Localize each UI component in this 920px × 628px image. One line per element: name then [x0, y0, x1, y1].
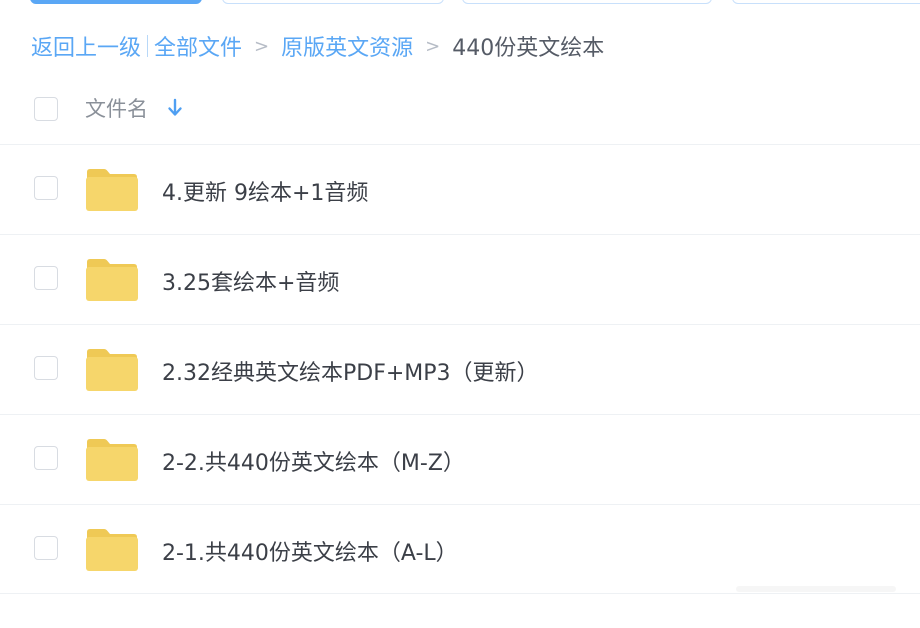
file-row[interactable]: 2.32经典英文绘本PDF+MP3（更新）	[0, 324, 920, 414]
folder-icon	[86, 439, 138, 481]
file-browser: 返回上一级 全部文件 > 原版英文资源 > 440份英文绘本 文件名 4.更新 …	[0, 0, 920, 628]
breadcrumb-level1-link[interactable]: 原版英文资源	[281, 30, 413, 62]
select-all-checkbox[interactable]	[34, 97, 58, 121]
breadcrumb: 返回上一级 全部文件 > 原版英文资源 > 440份英文绘本	[31, 30, 604, 62]
list-header: 文件名	[0, 90, 920, 128]
folder-icon	[86, 349, 138, 391]
column-header-filename[interactable]: 文件名	[85, 93, 148, 123]
file-name[interactable]: 3.25套绘本+音频	[162, 265, 339, 297]
toolbar-primary-button[interactable]	[30, 0, 202, 4]
breadcrumb-separator: >	[254, 35, 270, 57]
folder-icon	[86, 169, 138, 211]
toolbar-button-3[interactable]	[462, 0, 712, 4]
row-checkbox[interactable]	[34, 176, 58, 200]
row-checkbox[interactable]	[34, 266, 58, 290]
breadcrumb-back-link[interactable]: 返回上一级	[31, 30, 141, 62]
folder-icon	[86, 529, 138, 571]
breadcrumb-divider	[147, 35, 149, 57]
arrow-down-icon[interactable]	[166, 97, 184, 119]
toolbar-button-2[interactable]	[222, 0, 444, 4]
file-name[interactable]: 2-2.共440份英文绘本（M-Z）	[162, 445, 465, 477]
file-name[interactable]: 4.更新 9绘本+1音频	[162, 175, 368, 207]
row-checkbox[interactable]	[34, 356, 58, 380]
file-list: 4.更新 9绘本+1音频 3.25套绘本+音频 2.32经典英文绘本PDF+MP…	[0, 144, 920, 594]
folder-icon	[86, 259, 138, 301]
file-name[interactable]: 2.32经典英文绘本PDF+MP3（更新）	[162, 355, 539, 387]
file-row[interactable]: 3.25套绘本+音频	[0, 234, 920, 324]
file-row[interactable]: 4.更新 9绘本+1音频	[0, 144, 920, 234]
breadcrumb-all-files-link[interactable]: 全部文件	[154, 30, 242, 62]
breadcrumb-current: 440份英文绘本	[452, 36, 605, 61]
toolbar-button-4[interactable]	[732, 0, 920, 4]
breadcrumb-separator: >	[425, 35, 441, 57]
row-checkbox[interactable]	[34, 536, 58, 560]
watermark-mark	[736, 586, 896, 592]
file-row[interactable]: 2-2.共440份英文绘本（M-Z）	[0, 414, 920, 504]
row-checkbox[interactable]	[34, 446, 58, 470]
file-name[interactable]: 2-1.共440份英文绘本（A-L）	[162, 535, 458, 567]
